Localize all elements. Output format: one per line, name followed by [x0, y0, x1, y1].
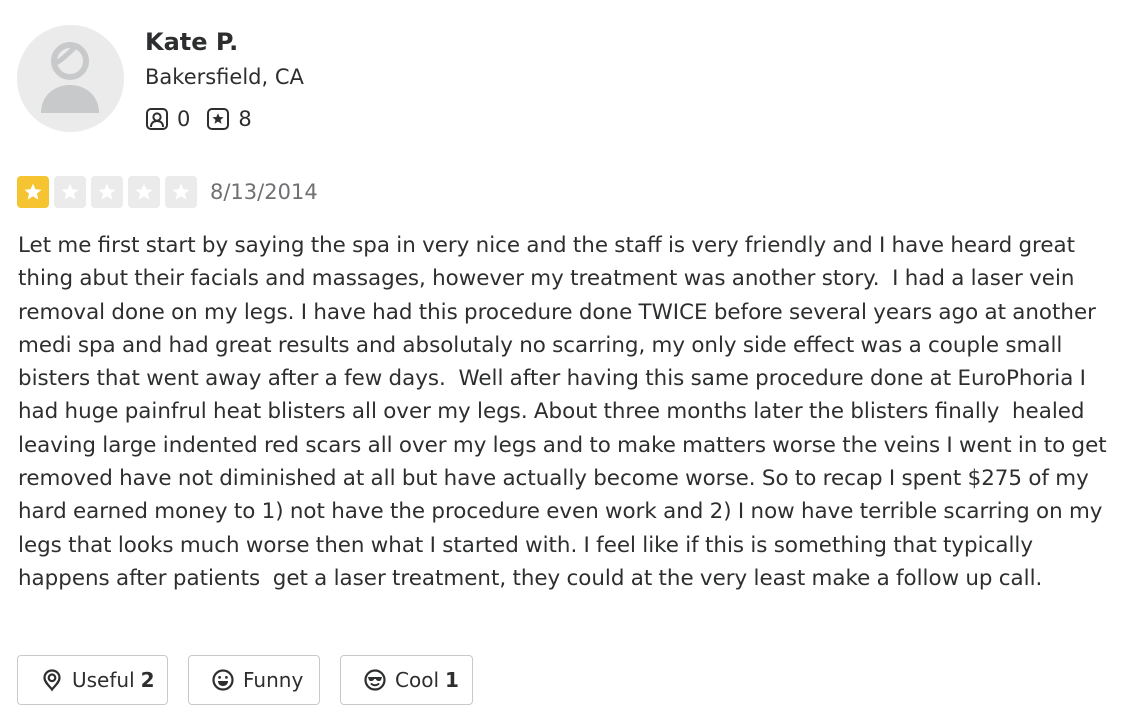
star-empty: [128, 176, 160, 208]
useful-button[interactable]: Useful 2: [17, 655, 168, 705]
reviews-star-icon: [206, 107, 230, 131]
review-card: Kate P. Bakersfield, CA 0 8 8/13/2014 Le…: [0, 0, 1126, 723]
star-icon: [98, 183, 116, 200]
funny-label: Funny: [243, 668, 304, 692]
lightbulb-icon: [40, 668, 64, 692]
user-location: Bakersfield, CA: [145, 65, 304, 89]
friends-stat: 0: [145, 107, 190, 131]
reaction-buttons: Useful 2 Funny Cool 1: [17, 655, 493, 705]
star-icon: [24, 183, 42, 200]
star-icon: [61, 183, 79, 200]
reviews-stat: 8: [206, 107, 252, 131]
laughing-face-icon: [211, 668, 235, 692]
user-avatar[interactable]: [17, 25, 124, 132]
review-date: 8/13/2014: [210, 180, 318, 204]
star-rating: [17, 176, 202, 208]
star-icon: [172, 183, 190, 200]
star-filled: [17, 176, 49, 208]
useful-count: 2: [140, 668, 155, 692]
friends-icon: [145, 107, 169, 131]
star-empty: [54, 176, 86, 208]
star-icon: [135, 183, 153, 200]
user-stats: 0 8: [145, 105, 268, 133]
review-text: Let me first start by saying the spa in …: [18, 233, 1113, 591]
useful-label: Useful: [72, 668, 135, 692]
cool-label: Cool: [395, 668, 439, 692]
cool-count: 1: [445, 668, 459, 692]
user-name[interactable]: Kate P.: [145, 28, 238, 56]
funny-button[interactable]: Funny: [188, 655, 320, 705]
default-user-avatar-icon: [17, 25, 124, 132]
rating-row: 8/13/2014: [17, 176, 318, 208]
star-empty: [165, 176, 197, 208]
reviews-count: 8: [238, 107, 252, 131]
friends-count: 0: [177, 107, 191, 131]
sunglasses-face-icon: [363, 668, 387, 692]
cool-button[interactable]: Cool 1: [340, 655, 473, 705]
star-empty: [91, 176, 123, 208]
